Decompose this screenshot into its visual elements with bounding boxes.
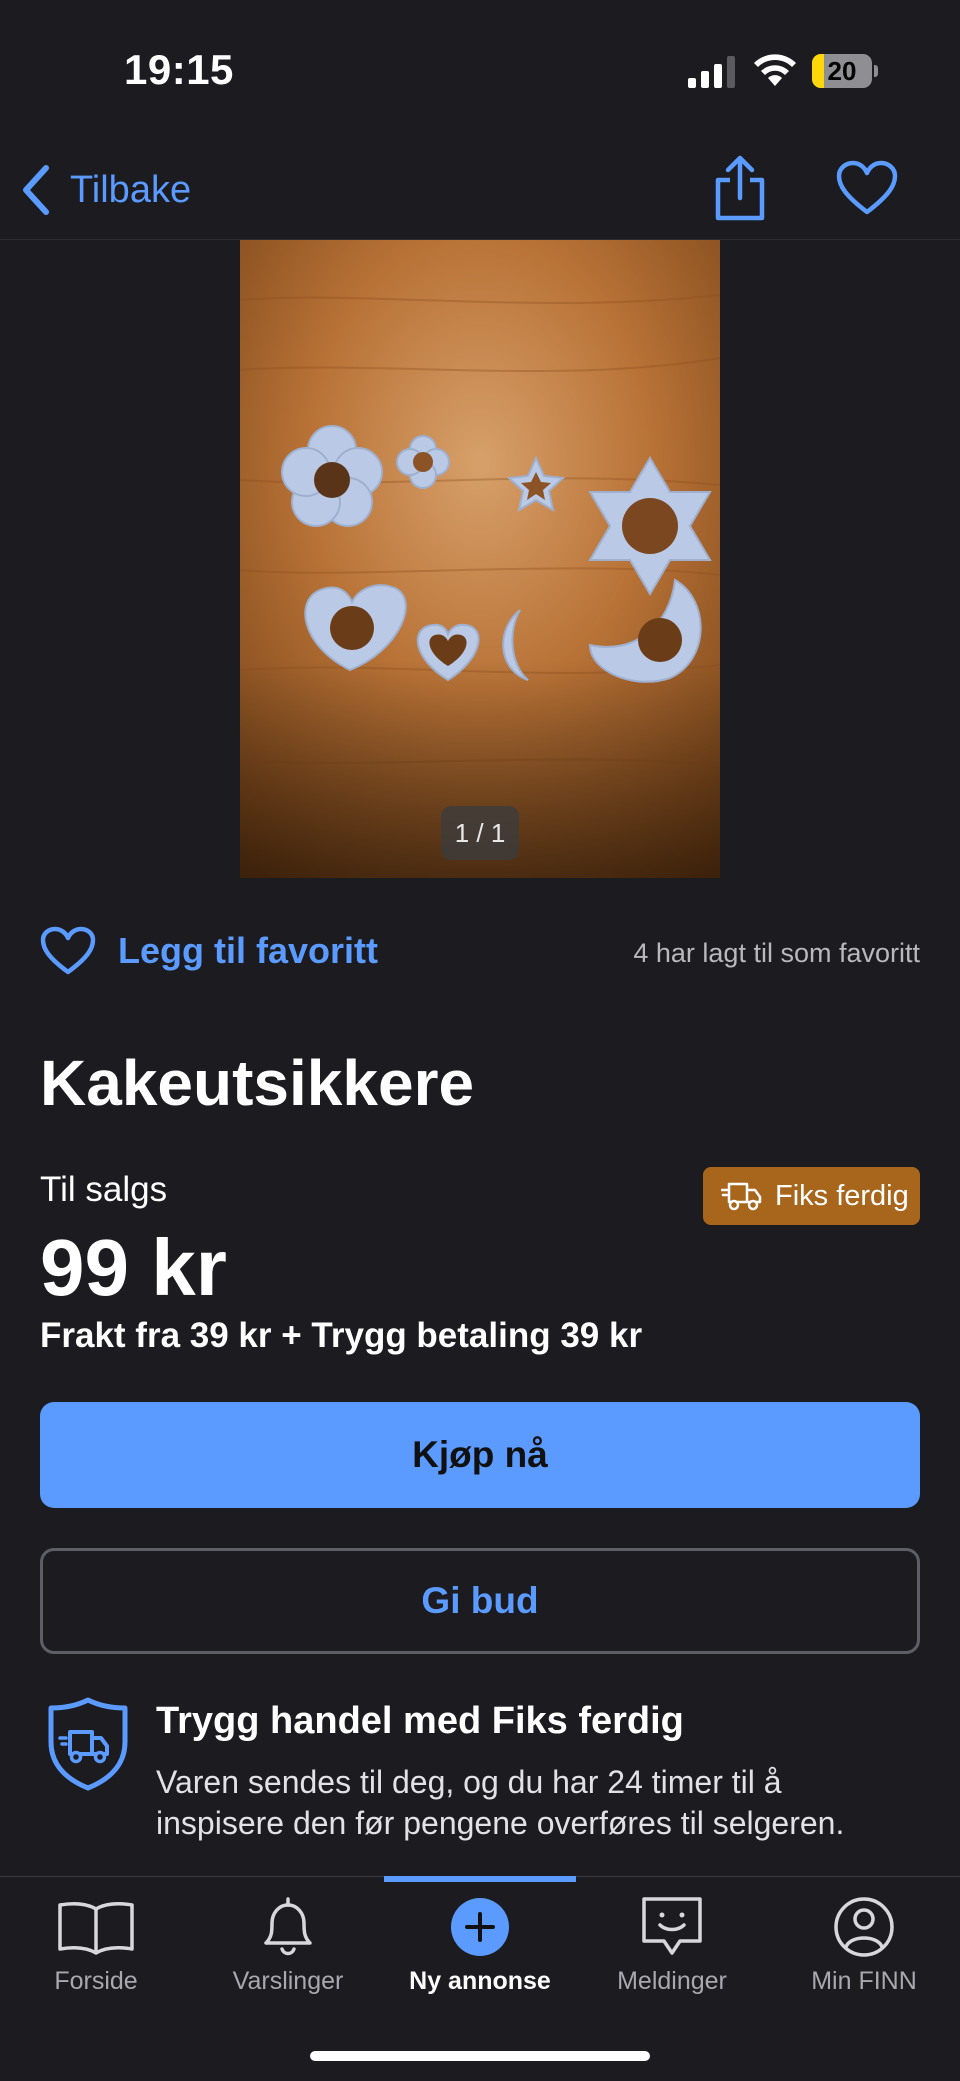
favorite-row: Legg til favoritt 4 har lagt til som fav…: [40, 918, 920, 986]
shield-icon: [48, 1697, 128, 1791]
tab-meldinger[interactable]: Meldinger: [576, 1895, 768, 2005]
heart-icon[interactable]: [836, 160, 898, 216]
add-favorite-link[interactable]: Legg til favoritt: [118, 930, 378, 972]
book-icon: [58, 1902, 134, 1955]
wifi-icon: [754, 54, 796, 86]
tab-label-varslinger: Varslinger: [232, 1967, 344, 1995]
make-bid-button[interactable]: Gi bud: [40, 1548, 920, 1654]
fiks-ferdig-badge: Fiks ferdig: [703, 1167, 920, 1225]
profile-icon: [834, 1897, 894, 1957]
home-indicator[interactable]: [310, 2051, 650, 2061]
tab-label-min-finn: Min FINN: [811, 1967, 917, 1995]
shipping-info: Frakt fra 39 kr + Trygg betaling 39 kr: [40, 1316, 643, 1355]
chevron-left-icon: [23, 165, 49, 215]
tab-min-finn[interactable]: Min FINN: [768, 1895, 960, 2005]
battery-percent: 20: [827, 56, 857, 86]
tab-active-indicator: [384, 1876, 576, 1882]
tab-ny-annonse[interactable]: Ny annonse: [384, 1895, 576, 2005]
image-counter: 1 / 1: [441, 806, 519, 860]
cellular-signal-icon: [688, 56, 735, 88]
tab-varslinger[interactable]: Varslinger: [192, 1895, 384, 2005]
navigation-bar: Tilbake: [0, 140, 960, 240]
tab-label-meldinger: Meldinger: [617, 1967, 727, 1995]
bell-icon: [264, 1897, 312, 1956]
tab-forside[interactable]: Forside: [0, 1895, 192, 2005]
tab-label-ny-annonse: Ny annonse: [409, 1967, 551, 1995]
battery-icon: 20: [812, 54, 878, 88]
chat-icon: [642, 1897, 702, 1955]
heart-outline-icon[interactable]: [40, 926, 96, 976]
buy-now-button[interactable]: Kjøp nå: [40, 1402, 920, 1508]
status-bar: 19:15 20: [0, 0, 960, 140]
plus-circle-icon: [451, 1898, 509, 1956]
back-label: Tilbake: [70, 168, 192, 211]
delivery-truck-icon: [721, 1182, 762, 1211]
sale-type: Til salgs: [40, 1170, 168, 1209]
product-image[interactable]: [240, 240, 720, 878]
tab-label-forside: Forside: [54, 1967, 138, 1995]
status-time: 19:15: [124, 46, 234, 93]
share-icon[interactable]: [710, 154, 770, 222]
price: 99 kr: [40, 1223, 227, 1312]
trust-title: Trygg handel med Fiks ferdig: [156, 1700, 684, 1742]
listing-title: Kakeutsikkere: [40, 1047, 475, 1119]
back-button[interactable]: Tilbake: [18, 160, 191, 220]
favorite-count: 4 har lagt til som favoritt: [633, 938, 920, 968]
trust-description: Varen sendes til deg, og du har 24 timer…: [156, 1764, 845, 1841]
badge-label: Fiks ferdig: [775, 1179, 909, 1212]
